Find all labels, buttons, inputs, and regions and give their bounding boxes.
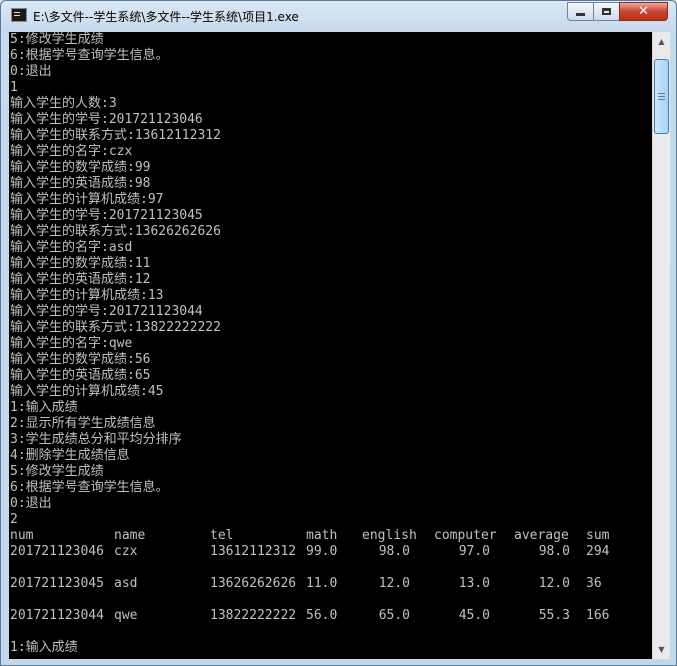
console-line: 输入学生的学号:201721123046 xyxy=(10,112,203,127)
console-line: 4:删除学生成绩信息 xyxy=(10,448,130,463)
table-cell-average: 55.3 xyxy=(538,608,570,623)
scrollbar-thumb[interactable] xyxy=(654,59,669,134)
console-line: 输入学生的学号:201721123044 xyxy=(10,304,203,319)
table-row: 201721123044 qwe 13822222222 56.0 65.0 45.0 55… xyxy=(10,608,650,624)
console-output-area[interactable]: 5:修改学生成绩 6:根据学号查询学生信息。 0:退出 1 输入学生的人数:3 输入学生的… xyxy=(9,32,670,659)
scroll-up-arrow-icon: ▲ xyxy=(658,37,665,46)
table-cell-tel: 13612112312 xyxy=(210,544,297,559)
console-line: 6:根据学号查询学生信息。 xyxy=(10,48,169,63)
table-cell-average: 98.0 xyxy=(538,544,570,559)
table-column-header: tel xyxy=(210,528,234,543)
console-line: 输入学生的计算机成绩:45 xyxy=(10,384,164,399)
table-row: 201721123046 czx 13612112312 99.0 98.0 97.0 98… xyxy=(10,544,650,560)
table-cell-computer: 97.0 xyxy=(458,544,490,559)
table-cell-num: 201721123046 xyxy=(10,544,104,559)
console-line: 输入学生的联系方式:13612112312 xyxy=(10,128,221,143)
table-cell-english: 12.0 xyxy=(378,576,410,591)
table-column-header: name xyxy=(114,528,146,543)
table-cell-sum: 166 xyxy=(586,608,610,623)
console-lines-before: 5:修改学生成绩 6:根据学号查询学生信息。 0:退出 1 输入学生的人数:3 输入学生的… xyxy=(10,32,650,528)
console-line: 输入学生的计算机成绩:97 xyxy=(10,192,164,207)
minimize-icon xyxy=(576,13,585,16)
console-line: 输入学生的名字:qwe xyxy=(10,336,133,351)
score-table-body: 201721123046 czx 13612112312 99.0 98.0 97.0 98… xyxy=(10,544,650,640)
console-line: 1:输入成绩 xyxy=(10,400,78,415)
table-column-header: english xyxy=(362,528,417,543)
table-cell-name: qwe xyxy=(114,608,138,623)
table-cell-english: 65.0 xyxy=(378,608,410,623)
console-line: 输入学生的英语成绩:12 xyxy=(10,272,151,287)
score-table-header: num name tel math english computer average sum xyxy=(10,528,650,544)
thumb-grip-icon xyxy=(658,93,665,94)
thumb-grip-icon xyxy=(658,99,665,100)
console-line: 1:输入成绩 xyxy=(10,640,78,655)
table-cell-sum: 294 xyxy=(586,544,610,559)
console-line: 输入学生的名字:czx xyxy=(10,144,133,159)
table-cell-num: 201721123044 xyxy=(10,608,104,623)
maximize-button[interactable] xyxy=(593,2,620,21)
console-line: 5:修改学生成绩 xyxy=(10,32,104,47)
console-line: 2 xyxy=(10,512,18,527)
console-line: 输入学生的数学成绩:56 xyxy=(10,352,151,367)
minimize-button[interactable] xyxy=(567,2,594,21)
table-cell-average: 12.0 xyxy=(538,576,570,591)
console-line: 3:学生成绩总分和平均分排序 xyxy=(10,432,182,447)
title-bar[interactable]: E:\多文件--学生系统\多文件--学生系统\项目1.exe ✕ xyxy=(1,1,676,32)
console-line: 0:退出 xyxy=(10,496,52,511)
scroll-down-button[interactable]: ▼ xyxy=(654,641,669,658)
table-row: 201721123045 asd 13626262626 11.0 12.0 13.0 12… xyxy=(10,576,650,592)
scroll-down-arrow-icon: ▼ xyxy=(658,645,665,654)
window-title: E:\多文件--学生系统\多文件--学生系统\项目1.exe xyxy=(33,10,299,24)
table-column-header: sum xyxy=(586,528,610,543)
console-line: 5:修改学生成绩 xyxy=(10,464,104,479)
table-cell-num: 201721123045 xyxy=(10,576,104,591)
console-line: 2:显示所有学生成绩信息 xyxy=(10,416,156,431)
table-cell-computer: 13.0 xyxy=(458,576,490,591)
console-lines-after: 1:输入成绩 xyxy=(10,640,650,656)
console-line: 输入学生的学号:201721123045 xyxy=(10,208,203,223)
close-button[interactable]: ✕ xyxy=(619,2,668,21)
console-line: 1 xyxy=(10,80,18,95)
console-line: 输入学生的名字:asd xyxy=(10,240,133,255)
table-cell-tel: 13626262626 xyxy=(210,576,297,591)
table-cell-math: 56.0 xyxy=(306,608,338,623)
console-line: 输入学生的数学成绩:11 xyxy=(10,256,151,271)
console-line: 输入学生的人数:3 xyxy=(10,96,117,111)
scroll-up-button[interactable]: ▲ xyxy=(654,33,669,50)
thumb-grip-icon xyxy=(658,96,665,97)
console-line: 输入学生的数学成绩:99 xyxy=(10,160,151,175)
console-line: 0:退出 xyxy=(10,64,52,79)
table-cell-math: 11.0 xyxy=(306,576,338,591)
console-window: E:\多文件--学生系统\多文件--学生系统\项目1.exe ✕ 5:修改学生成… xyxy=(0,0,677,666)
console-line: 输入学生的联系方式:13822222222 xyxy=(10,320,221,335)
console-app-icon[interactable] xyxy=(11,8,27,22)
console-text: 5:修改学生成绩 6:根据学号查询学生信息。 0:退出 1 输入学生的人数:3 输入学生的… xyxy=(10,32,650,656)
close-icon: ✕ xyxy=(638,4,649,19)
console-line: 6:根据学号查询学生信息。 xyxy=(10,480,169,495)
maximize-icon xyxy=(602,8,611,15)
table-cell-math: 99.0 xyxy=(306,544,338,559)
table-column-header: math xyxy=(306,528,338,543)
console-line: 输入学生的英语成绩:98 xyxy=(10,176,151,191)
console-line: 输入学生的联系方式:13626262626 xyxy=(10,224,221,239)
console-line: 输入学生的计算机成绩:13 xyxy=(10,288,164,303)
table-column-header: computer xyxy=(434,528,497,543)
vertical-scrollbar[interactable]: ▲ ▼ xyxy=(652,32,670,659)
table-cell-sum: 36 xyxy=(586,576,602,591)
table-column-header: num xyxy=(10,528,34,543)
table-cell-computer: 45.0 xyxy=(458,608,490,623)
table-cell-name: czx xyxy=(114,544,138,559)
console-line: 输入学生的英语成绩:65 xyxy=(10,368,151,383)
table-cell-english: 98.0 xyxy=(378,544,410,559)
table-column-header: average xyxy=(514,528,569,543)
table-cell-tel: 13822222222 xyxy=(210,608,297,623)
table-cell-name: asd xyxy=(114,576,138,591)
